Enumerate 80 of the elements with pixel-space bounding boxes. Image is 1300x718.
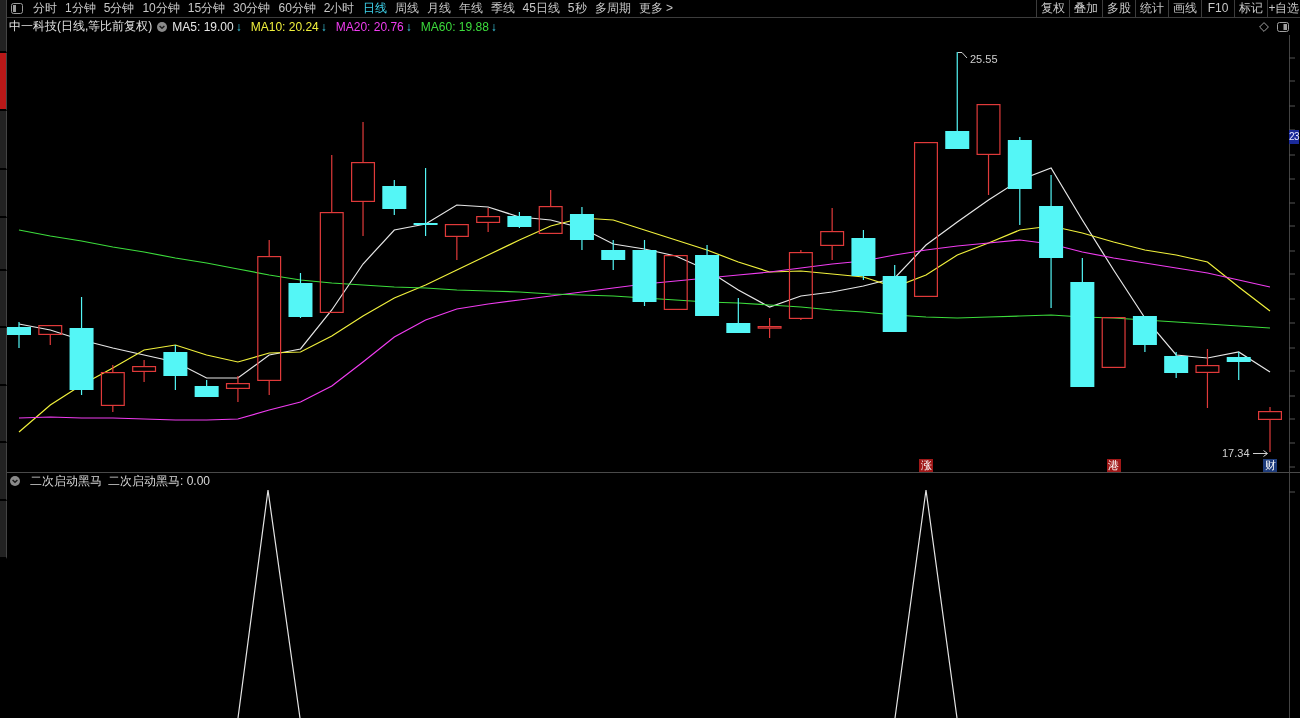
- side-tab[interactable]: [0, 218, 7, 271]
- indicator-name: 二次启动黑马: [30, 473, 102, 490]
- down-arrow-icon: ↓: [320, 19, 327, 34]
- side-tab[interactable]: [0, 111, 7, 170]
- period-tab[interactable]: 5秒: [567, 0, 587, 17]
- period-tab[interactable]: 更多 >: [638, 0, 673, 17]
- period-tab[interactable]: 60分钟: [278, 0, 316, 17]
- candlestick: [632, 239, 657, 307]
- candlestick: [476, 207, 501, 233]
- candlestick: [1164, 351, 1189, 379]
- candlestick: [1195, 348, 1220, 409]
- period-tab[interactable]: 15分钟: [187, 0, 226, 17]
- leader-line: [957, 52, 968, 59]
- toolbar-button[interactable]: +自选: [1267, 0, 1300, 17]
- period-tab[interactable]: 30分钟: [233, 0, 271, 17]
- candlestick: [538, 189, 563, 234]
- dropdown-icon[interactable]: [157, 21, 168, 32]
- side-tab[interactable]: [0, 271, 7, 328]
- candlestick: [726, 297, 751, 334]
- candlestick: [882, 264, 907, 333]
- candlestick: [507, 211, 532, 229]
- period-tab[interactable]: 5分钟: [103, 0, 135, 17]
- candlestick: [820, 207, 845, 261]
- dropdown-icon[interactable]: [10, 476, 20, 486]
- panel-icon[interactable]: [1277, 21, 1289, 32]
- moving-average-value: MA5: 19.00: [172, 19, 234, 34]
- down-arrow-icon: ↓: [490, 19, 497, 34]
- candlestick: [7, 321, 31, 349]
- side-tab[interactable]: [0, 501, 7, 559]
- event-marker: 港: [1106, 459, 1121, 472]
- down-arrow-icon: ↓: [235, 19, 242, 34]
- period-tab[interactable]: 月线: [426, 0, 451, 17]
- candlestick: [1226, 351, 1251, 381]
- event-marker: 涨: [919, 459, 933, 472]
- candlestick: [100, 364, 125, 413]
- candlestick: [413, 167, 438, 237]
- period-tab[interactable]: 季线: [490, 0, 515, 17]
- candlestick: [1101, 317, 1126, 368]
- candlestick: [851, 229, 876, 281]
- moving-average-value: MA20: 20.76: [335, 19, 404, 34]
- candlestick: [569, 206, 594, 251]
- side-tab[interactable]: [0, 170, 7, 218]
- period-tab[interactable]: 1分钟: [65, 0, 96, 17]
- candlestick: [757, 317, 782, 339]
- chart-title: 中一科技(日线,等比前复权): [9, 18, 153, 35]
- moving-average-value: MA60: 19.88: [420, 19, 489, 34]
- candlestick: [225, 375, 250, 403]
- period-tab[interactable]: 周线: [394, 0, 419, 17]
- candlestick: [194, 379, 219, 398]
- diamond-icon[interactable]: [1259, 21, 1269, 32]
- candlestick: [132, 359, 157, 383]
- high-price-label: 25.55: [970, 53, 998, 65]
- indicator-value: 二次启动黑马: 0.00: [108, 473, 211, 490]
- candlestick: [38, 325, 63, 346]
- candlestick: [163, 344, 188, 391]
- side-tab[interactable]: [0, 328, 7, 386]
- low-price-label: 17.34: [1222, 447, 1250, 459]
- moving-average-value: MA10: 20.24: [250, 19, 319, 34]
- axis-price-label: 23: [1289, 130, 1300, 144]
- sidebar-toggle-icon[interactable]: [11, 3, 23, 14]
- candlestick: [444, 224, 469, 261]
- candlestick: [663, 255, 688, 310]
- period-tab[interactable]: 日线: [362, 0, 387, 17]
- leader-arrow: [1252, 450, 1268, 457]
- candlestick: [1132, 315, 1157, 353]
- side-tab[interactable]: [0, 386, 7, 443]
- down-arrow-icon: ↓: [405, 19, 412, 34]
- candlestick: [601, 239, 626, 271]
- period-tab[interactable]: 45日线: [522, 0, 560, 17]
- side-tab[interactable]: [0, 53, 7, 111]
- period-tab[interactable]: 10分钟: [142, 0, 180, 17]
- candlestick: [288, 272, 313, 319]
- period-tab[interactable]: 年线: [458, 0, 483, 17]
- candlestick: [788, 249, 813, 321]
- period-tab[interactable]: 分时: [33, 0, 57, 17]
- event-marker: 财: [1263, 459, 1277, 472]
- candlestick: [382, 179, 407, 216]
- period-tab[interactable]: 2小时: [323, 0, 355, 17]
- candlestick: [1258, 406, 1282, 453]
- period-tab[interactable]: 多周期: [594, 0, 631, 17]
